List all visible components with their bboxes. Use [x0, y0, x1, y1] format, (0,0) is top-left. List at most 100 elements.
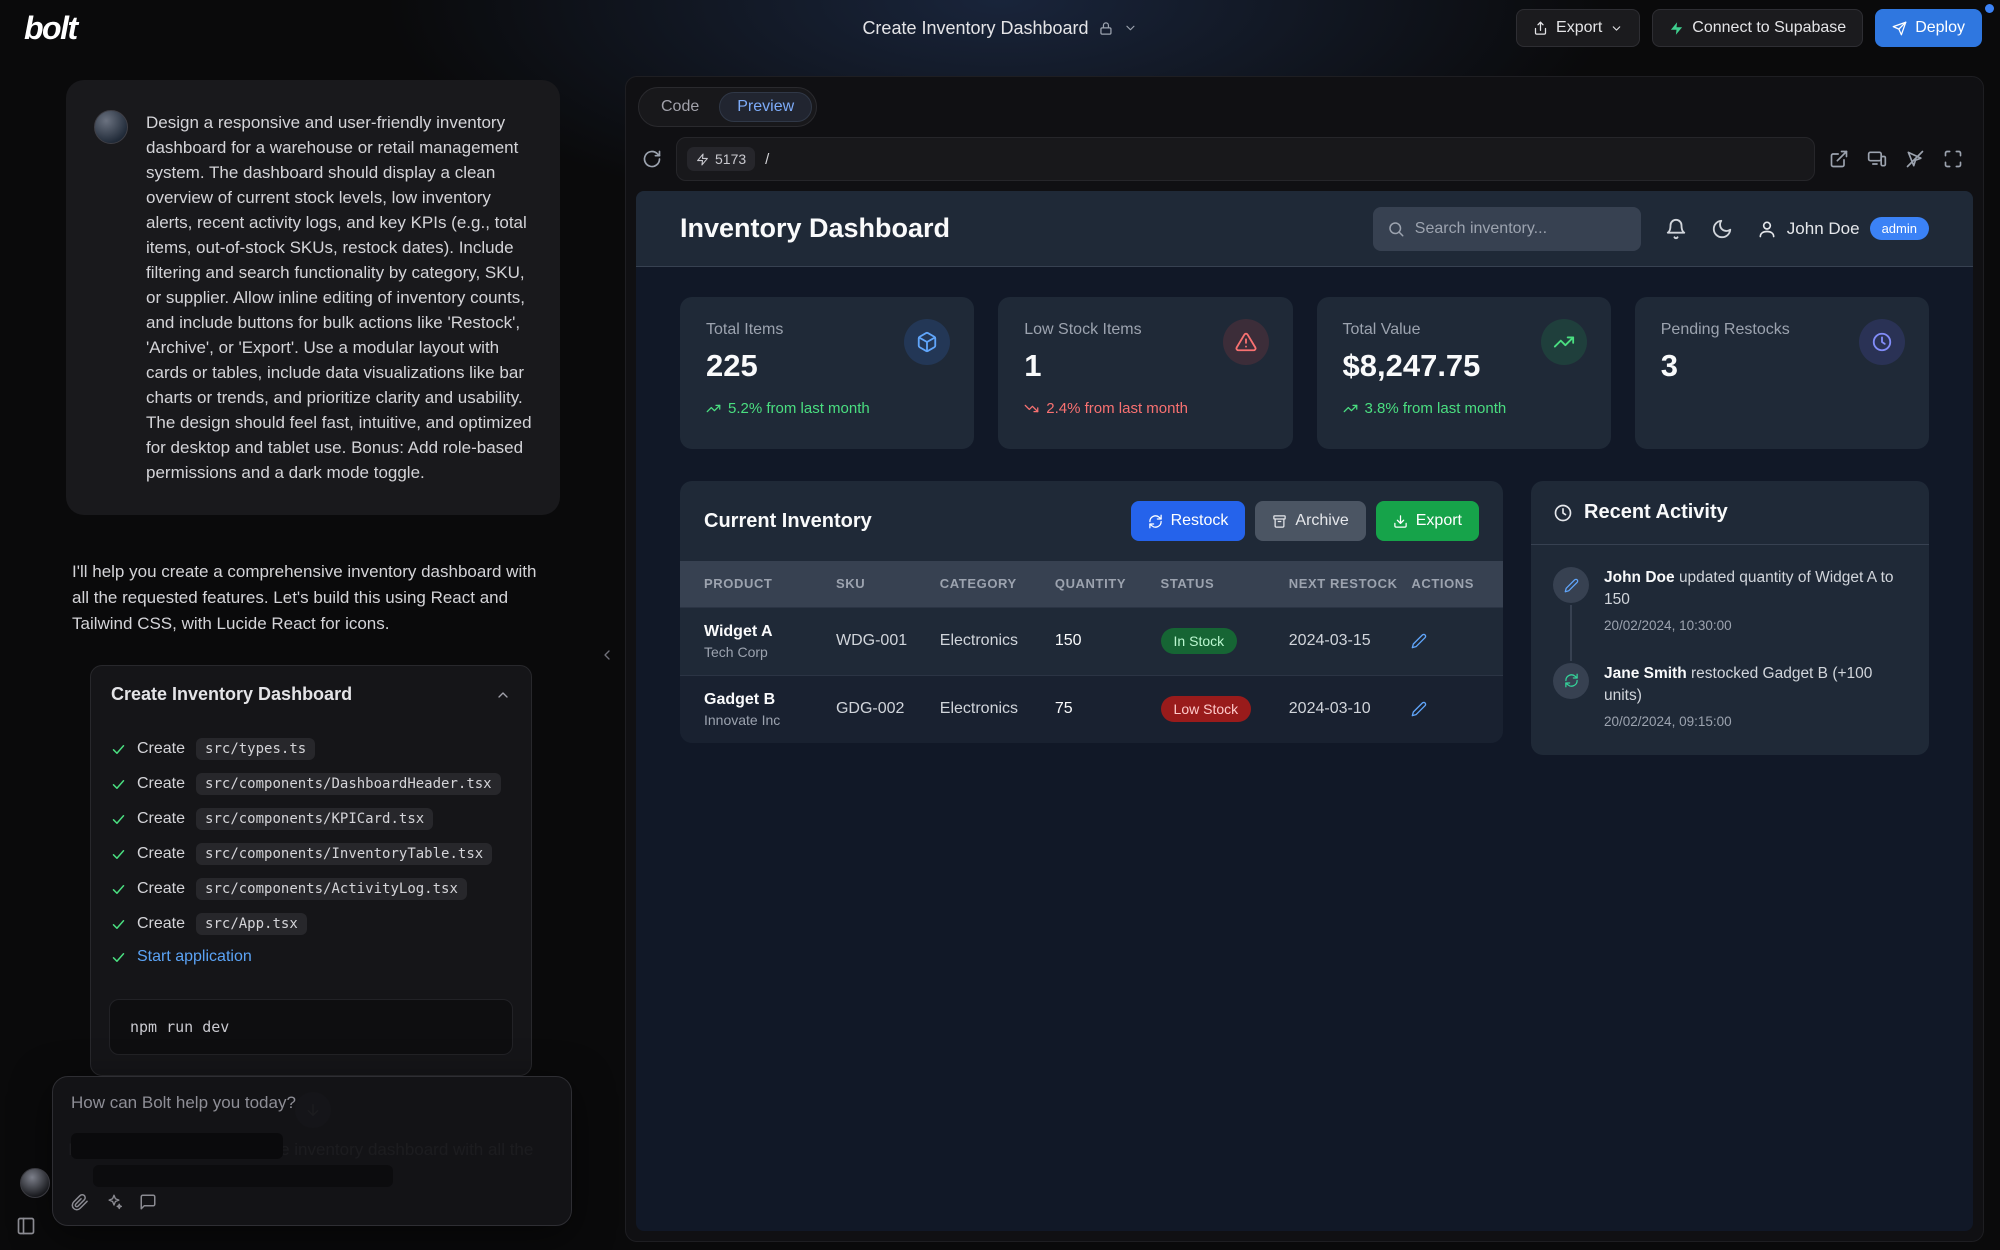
artifact-step: Create src/components/InventoryTable.tsx — [111, 843, 511, 865]
device-preview-icon[interactable] — [1867, 149, 1887, 169]
connect-supabase-button[interactable]: Connect to Supabase — [1652, 9, 1863, 47]
column-header: STATUS — [1161, 575, 1281, 593]
activity-actor: John Doe — [1604, 569, 1675, 586]
kpi-trend-text: 3.8% from last month — [1365, 400, 1507, 417]
activity-actor: Jane Smith — [1604, 665, 1687, 682]
notifications-bell-icon[interactable] — [1665, 218, 1687, 240]
step-file[interactable]: src/components/ActivityLog.tsx — [196, 878, 467, 900]
restock-label: Restock — [1171, 512, 1229, 530]
tab-preview[interactable]: Preview — [719, 92, 812, 122]
artifact-step: Create src/components/ActivityLog.tsx — [111, 878, 511, 900]
product-category: Electronics — [940, 632, 1047, 650]
kpi-trend-text: 5.2% from last month — [728, 400, 870, 417]
port-chip[interactable]: 5173 — [687, 147, 755, 171]
inventory-search[interactable] — [1373, 207, 1641, 251]
clock-icon — [1553, 503, 1573, 523]
inventory-title: Current Inventory — [704, 510, 872, 533]
deploy-button[interactable]: Deploy — [1875, 9, 1982, 47]
start-application-link[interactable]: Start application — [137, 948, 252, 966]
clock-icon — [1859, 319, 1905, 365]
download-icon — [1393, 514, 1408, 529]
collapse-chat-handle[interactable] — [596, 640, 618, 670]
activity-timestamp: 20/02/2024, 10:30:00 — [1604, 618, 1907, 633]
terminal-command: npm run dev — [109, 999, 513, 1055]
url-path: / — [765, 151, 769, 168]
dark-mode-toggle-icon[interactable] — [1711, 218, 1733, 240]
trend-up-icon — [706, 401, 721, 416]
pencil-icon — [1553, 567, 1589, 603]
kpi-low-stock: Low Stock Items 1 2.4% from last month — [998, 297, 1292, 449]
url-input[interactable]: 5173 / — [676, 137, 1815, 181]
step-file[interactable]: src/components/KPICard.tsx — [196, 808, 433, 830]
step-file[interactable]: src/components/InventoryTable.tsx — [196, 843, 492, 865]
step-action: Create — [137, 845, 185, 863]
lock-icon — [1099, 21, 1114, 36]
chat-input-box[interactable] — [52, 1076, 572, 1226]
bolt-logo[interactable]: bolt — [18, 10, 77, 47]
sidebar-toggle-icon[interactable] — [16, 1216, 36, 1236]
reload-icon[interactable] — [642, 149, 662, 169]
artifact-steps: Create src/types.ts Create src/component… — [91, 719, 531, 983]
archive-button[interactable]: Archive — [1255, 501, 1365, 541]
export-data-button[interactable]: Export — [1376, 501, 1479, 541]
sparkles-icon[interactable] — [105, 1193, 123, 1211]
app-header: Inventory Dashboard John Doe admin — [636, 191, 1973, 267]
kpi-pending-restocks: Pending Restocks 3 — [1635, 297, 1929, 449]
step-file[interactable]: src/components/DashboardHeader.tsx — [196, 773, 501, 795]
activity-timestamp: 20/02/2024, 09:15:00 — [1604, 714, 1907, 729]
step-file[interactable]: src/types.ts — [196, 738, 315, 760]
chat-input[interactable] — [53, 1077, 571, 1129]
edit-row-icon[interactable] — [1411, 701, 1427, 717]
next-restock-date: 2024-03-10 — [1289, 700, 1404, 718]
column-header: ACTIONS — [1411, 575, 1479, 593]
product-category: Electronics — [940, 700, 1047, 718]
artifact-card: Create Inventory Dashboard Create src/ty… — [90, 665, 532, 1076]
recent-activity-card: Recent Activity John Doe updated quantit… — [1531, 481, 1929, 755]
refresh-icon — [1148, 514, 1163, 529]
user-message: Design a responsive and user-friendly in… — [66, 80, 560, 515]
product-name: Gadget B — [704, 691, 828, 709]
user-menu[interactable]: John Doe admin — [1757, 217, 1929, 240]
activity-item: John Doe updated quantity of Widget A to… — [1553, 567, 1907, 663]
kpi-cards: Total Items 225 5.2% from last month Low… — [636, 267, 1973, 449]
workbench-panel: Code Preview 5173 / Inventory Dashboard — [625, 76, 1984, 1242]
attachment-icon[interactable] — [71, 1193, 89, 1211]
account-avatar[interactable] — [20, 1168, 50, 1198]
open-external-icon[interactable] — [1829, 149, 1849, 169]
chat-mode-icon[interactable] — [139, 1193, 157, 1211]
project-title: Create Inventory Dashboard — [862, 18, 1088, 39]
supabase-bolt-icon — [1669, 21, 1684, 36]
export-button[interactable]: Export — [1516, 9, 1640, 47]
tab-code[interactable]: Code — [643, 92, 717, 122]
user-avatar — [94, 110, 128, 144]
artifact-collapse-button[interactable] — [495, 687, 511, 703]
step-action: Create — [137, 740, 185, 758]
column-header: PRODUCT — [704, 575, 828, 593]
chevron-down-icon — [1610, 22, 1623, 35]
status-badge: In Stock — [1161, 628, 1238, 654]
restock-button[interactable]: Restock — [1131, 501, 1246, 541]
redacted-line — [93, 1165, 393, 1187]
kpi-trend-text: 2.4% from last month — [1046, 400, 1188, 417]
step-action: Create — [137, 810, 185, 828]
table-row: Widget A Tech Corp WDG-001 Electronics 1… — [680, 607, 1503, 675]
app-preview: Inventory Dashboard John Doe admin Total… — [636, 191, 1973, 1231]
archive-label: Archive — [1295, 512, 1348, 530]
inspector-toggle-icon[interactable] — [1905, 149, 1925, 169]
archive-icon — [1272, 514, 1287, 529]
check-icon — [111, 847, 126, 862]
refresh-icon — [1553, 663, 1589, 699]
product-quantity: 75 — [1055, 700, 1153, 718]
project-title-menu[interactable]: Create Inventory Dashboard — [862, 0, 1137, 56]
export-label: Export — [1556, 19, 1602, 37]
check-icon — [111, 917, 126, 932]
step-file[interactable]: src/App.tsx — [196, 913, 307, 935]
fullscreen-icon[interactable] — [1943, 149, 1963, 169]
search-input[interactable] — [1415, 220, 1627, 238]
next-restock-date: 2024-03-15 — [1289, 632, 1404, 650]
column-header: NEXT RESTOCK — [1289, 575, 1404, 593]
step-action: Create — [137, 880, 185, 898]
kpi-trend: 2.4% from last month — [1024, 400, 1266, 417]
check-icon — [111, 742, 126, 757]
edit-row-icon[interactable] — [1411, 633, 1427, 649]
